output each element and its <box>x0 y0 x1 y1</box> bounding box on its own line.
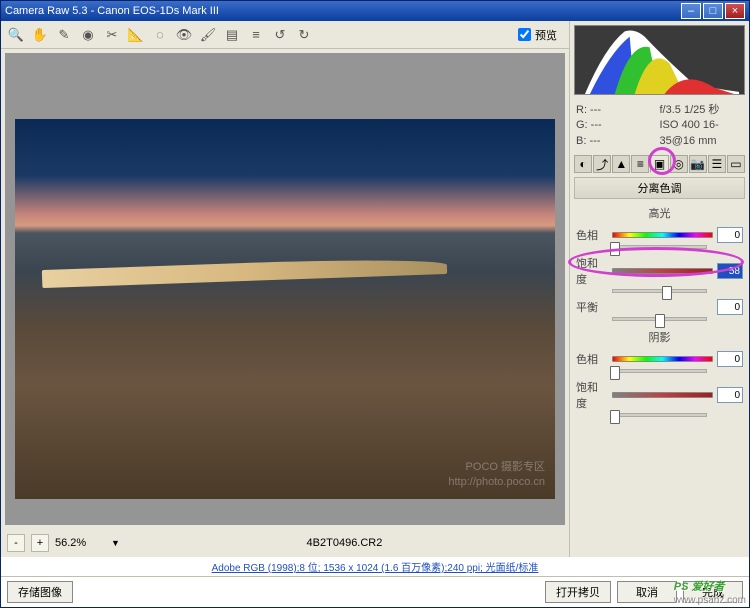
minimize-button[interactable]: – <box>681 3 701 19</box>
cancel-button[interactable]: 取消 <box>617 581 677 603</box>
sh-sat-slider[interactable] <box>612 392 713 398</box>
iso-value: ISO 400 16-35@16 mm <box>660 118 744 149</box>
open-preferences-icon[interactable]: ≡ <box>245 24 267 46</box>
panel-tabs: ◐ ⤴ ▲ ≡ ▣ ◎ 📷 ☰ ▭ <box>570 153 749 175</box>
sh-hue-label: 色相 <box>576 351 608 367</box>
sh-hue-value[interactable] <box>717 351 743 367</box>
balance-thumb-track[interactable] <box>612 317 707 321</box>
tab-snapshots[interactable]: ▭ <box>727 155 745 173</box>
window-title: Camera Raw 5.3 - Canon EOS-1Ds Mark III <box>5 5 679 17</box>
hl-hue-slider[interactable] <box>612 232 713 238</box>
hl-sat-label: 饱和度 <box>576 255 608 287</box>
redeye-icon[interactable]: 👁 <box>173 24 195 46</box>
hand-icon[interactable]: ✋ <box>29 24 51 46</box>
sh-sat-value[interactable] <box>717 387 743 403</box>
zoom-out-button[interactable]: - <box>7 534 25 552</box>
tab-camera[interactable]: 📷 <box>689 155 707 173</box>
filename: 4B2T0496.CR2 <box>126 533 563 553</box>
profile-link[interactable]: Adobe RGB (1998);8 位; 1536 x 1024 (1.6 百… <box>1 557 749 576</box>
sh-hue-slider[interactable] <box>612 356 713 362</box>
rotate-cw-icon[interactable]: ↻ <box>293 24 315 46</box>
tab-hsl[interactable]: ≡ <box>631 155 649 173</box>
preview-checkbox[interactable]: 预览 <box>518 27 565 43</box>
open-button[interactable]: 打开拷贝 <box>545 581 611 603</box>
straighten-icon[interactable]: 📐 <box>125 24 147 46</box>
preview-check-input[interactable] <box>518 28 531 41</box>
aperture-value: f/3.5 1/25 秒 <box>660 103 744 118</box>
graduated-filter-icon[interactable]: ▤ <box>221 24 243 46</box>
tab-curve[interactable]: ⤴ <box>593 155 611 173</box>
tab-detail[interactable]: ▲ <box>612 155 630 173</box>
info-readout: R: --- G: --- B: --- f/3.5 1/25 秒 ISO 40… <box>570 99 749 153</box>
tab-split-toning[interactable]: ▣ <box>650 155 668 173</box>
shadows-title: 阴影 <box>570 325 749 349</box>
highlights-title: 高光 <box>570 201 749 225</box>
adjustment-brush-icon[interactable]: 🖌 <box>197 24 219 46</box>
titlebar: Camera Raw 5.3 - Canon EOS-1Ds Mark III … <box>1 1 749 21</box>
site-watermark: PS 爱好者 www.psahz.com <box>674 574 746 606</box>
zoom-level[interactable]: 56.2% <box>55 537 105 549</box>
save-button[interactable]: 存储图像 <box>7 581 73 603</box>
eyedropper-icon[interactable]: ✎ <box>53 24 75 46</box>
balance-label: 平衡 <box>576 299 608 315</box>
crop-icon[interactable]: ✂ <box>101 24 123 46</box>
hl-hue-label: 色相 <box>576 227 608 243</box>
spot-removal-icon[interactable]: ◌ <box>149 24 171 46</box>
tab-basic[interactable]: ◐ <box>574 155 592 173</box>
hl-sat-thumb-track[interactable] <box>612 289 707 293</box>
color-sampler-icon[interactable]: ◉ <box>77 24 99 46</box>
sh-hue-thumb-track[interactable] <box>612 369 707 373</box>
panel-title: 分离色调 <box>574 177 745 199</box>
r-value: R: --- <box>576 103 660 118</box>
watermark: POCO 摄影专区 http://photo.poco.cn <box>448 460 545 489</box>
g-value: G: --- <box>576 118 660 133</box>
zoom-icon[interactable]: 🔍 <box>5 24 27 46</box>
tab-lens[interactable]: ◎ <box>670 155 688 173</box>
tab-presets[interactable]: ☰ <box>708 155 726 173</box>
maximize-button[interactable]: □ <box>703 3 723 19</box>
hl-hue-value[interactable] <box>717 227 743 243</box>
photo-preview: POCO 摄影专区 http://photo.poco.cn <box>15 119 555 499</box>
rotate-ccw-icon[interactable]: ↺ <box>269 24 291 46</box>
b-value: B: --- <box>576 134 660 149</box>
sh-sat-label: 饱和度 <box>576 379 608 411</box>
preview-label: 预览 <box>535 27 557 43</box>
close-button[interactable]: × <box>725 3 745 19</box>
histogram <box>574 25 745 95</box>
image-preview-area[interactable]: POCO 摄影专区 http://photo.poco.cn <box>5 53 565 525</box>
hl-hue-thumb-track[interactable] <box>612 245 707 249</box>
zoom-in-button[interactable]: + <box>31 534 49 552</box>
hl-sat-slider[interactable] <box>612 268 713 274</box>
balance-value[interactable] <box>717 299 743 315</box>
sh-sat-thumb-track[interactable] <box>612 413 707 417</box>
hl-sat-value[interactable] <box>717 263 743 279</box>
toolbar: 🔍 ✋ ✎ ◉ ✂ 📐 ◌ 👁 🖌 ▤ ≡ ↺ ↻ 预览 <box>1 21 569 49</box>
